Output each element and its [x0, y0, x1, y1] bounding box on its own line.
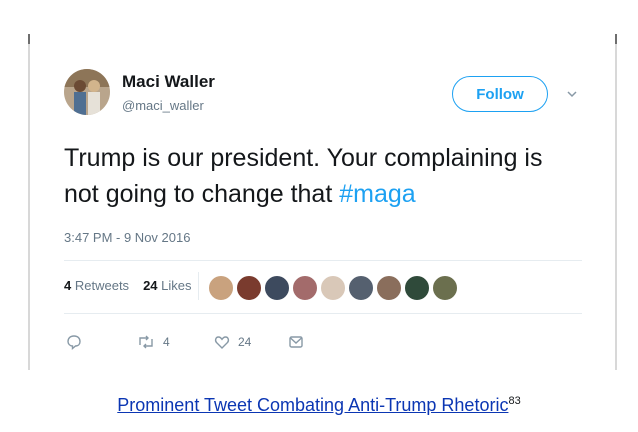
divider-bottom	[64, 313, 582, 314]
frame-border-left	[28, 34, 30, 370]
retweets-label: Retweets	[74, 278, 130, 293]
liker-avatars	[208, 275, 458, 301]
likes-label: Likes	[161, 278, 192, 293]
caption-link[interactable]: Prominent Tweet Combating Anti-Trump Rhe…	[117, 395, 508, 415]
likes-stat[interactable]: 24 Likes	[143, 278, 191, 293]
liker-avatar[interactable]	[208, 275, 234, 301]
reply-action[interactable]	[66, 332, 82, 352]
liker-avatar[interactable]	[432, 275, 458, 301]
liker-avatar[interactable]	[376, 275, 402, 301]
like-count: 24	[238, 335, 252, 349]
caption-footnote[interactable]: 83	[508, 395, 520, 407]
figure-caption: Prominent Tweet Combating Anti-Trump Rhe…	[0, 395, 638, 416]
retweets-count: 4	[64, 278, 72, 293]
retweet-count: 4	[163, 335, 170, 349]
tweet-body: Trump is our president. Your complaining…	[64, 144, 543, 208]
tweet-actions: 4 24	[0, 332, 638, 352]
like-action[interactable]: 24	[214, 332, 251, 352]
direct-message-action[interactable]	[288, 332, 304, 352]
liker-avatar[interactable]	[236, 275, 262, 301]
message-icon	[289, 336, 303, 348]
liker-avatar[interactable]	[348, 275, 374, 301]
heart-icon	[214, 336, 230, 349]
retweet-action[interactable]: 4	[137, 332, 170, 352]
retweet-icon	[139, 335, 153, 349]
author-handle[interactable]: @maci_waller	[122, 98, 204, 113]
stats-separator	[198, 272, 199, 300]
chevron-down-icon[interactable]	[566, 88, 578, 100]
liker-avatar[interactable]	[292, 275, 318, 301]
frame-border-right	[615, 34, 617, 370]
liker-avatar[interactable]	[404, 275, 430, 301]
tweet-text: Trump is our president. Your complaining…	[64, 140, 584, 212]
liker-avatar[interactable]	[264, 275, 290, 301]
follow-button[interactable]: Follow	[452, 76, 548, 112]
tweet-timestamp[interactable]: 3:47 PM - 9 Nov 2016	[64, 230, 190, 245]
reply-icon	[67, 335, 81, 350]
engagement-stats: 4 Retweets 24 Likes	[64, 278, 192, 293]
retweets-stat[interactable]: 4 Retweets	[64, 278, 129, 293]
likes-count: 24	[143, 278, 158, 293]
author-avatar[interactable]	[64, 69, 110, 115]
avatar-photo	[64, 69, 110, 115]
liker-avatar[interactable]	[320, 275, 346, 301]
hashtag-link[interactable]: #maga	[339, 180, 415, 208]
author-name[interactable]: Maci Waller	[122, 72, 215, 92]
divider-top	[64, 260, 582, 261]
